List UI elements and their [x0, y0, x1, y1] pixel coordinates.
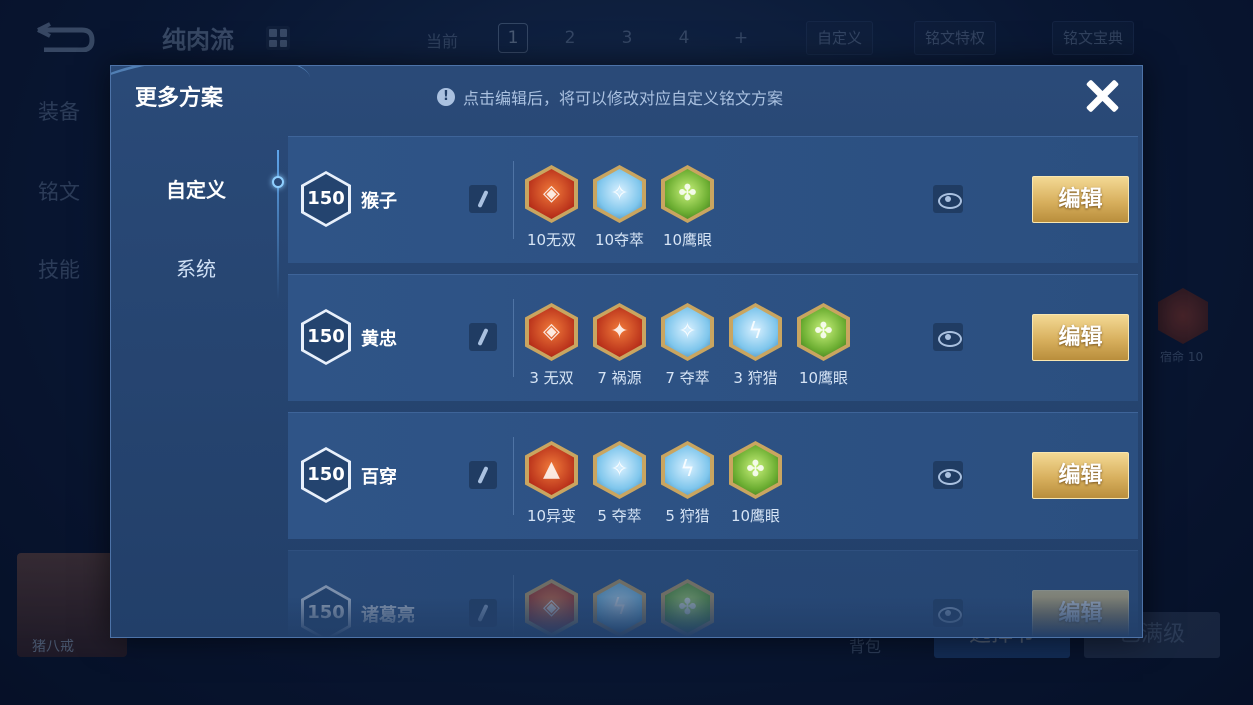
rune-icon: ϟ	[661, 441, 714, 499]
rename-pencil-icon[interactable]	[469, 185, 497, 213]
scheme-row: 150 百穿 ▲ 10异变 ✧ 5 夺萃 ϟ 5 狩猎 ✤ 10鹰眼 编辑	[288, 412, 1138, 539]
preview-eye-icon[interactable]	[933, 323, 963, 351]
scheme-row: 150 黄忠 ◈ 3 无双 ✦ 7 祸源 ✧ 7 夺萃 ϟ 3 狩猎 ✤ 10鹰…	[288, 274, 1138, 401]
rename-pencil-icon[interactable]	[469, 323, 497, 351]
level-value: 150	[304, 174, 348, 224]
preview-eye-icon[interactable]	[933, 185, 963, 213]
edit-button[interactable]: 编辑	[1032, 452, 1129, 499]
rune-icon: ✧	[593, 441, 646, 499]
rune-icon: ✤	[661, 165, 714, 223]
tab-system[interactable]: 系统	[111, 253, 281, 282]
rune-label: 10鹰眼	[730, 507, 781, 525]
rune-slot[interactable]: ▲ 10异变	[525, 441, 578, 526]
scheme-category-nav: 自定义 系统	[111, 136, 285, 637]
active-indicator-dot	[272, 176, 284, 188]
rune-list: ◈ 3 无双 ✦ 7 祸源 ✧ 7 夺萃 ϟ 3 狩猎 ✤ 10鹰眼	[525, 303, 850, 388]
rune-label: 5 狩猎	[665, 507, 710, 525]
rune-label: 10夺萃	[594, 231, 645, 249]
rune-slot[interactable]: ✧ 5 夺萃	[593, 441, 646, 526]
rune-slot[interactable]: ✧ 10夺萃	[593, 165, 646, 250]
scheme-name: 猴子	[361, 191, 397, 212]
rune-slot[interactable]: ✤ 10鹰眼	[797, 303, 850, 388]
level-badge: 150	[301, 309, 351, 365]
list-fade	[288, 597, 1142, 637]
rune-slot[interactable]: ◈ 3 无双	[525, 303, 578, 388]
rune-icon: ▲	[525, 441, 578, 499]
info-icon: !	[437, 88, 455, 106]
rune-slot[interactable]: ✤ 10鹰眼	[661, 165, 714, 250]
rune-icon: ✤	[729, 441, 782, 499]
rune-icon: ◈	[525, 303, 578, 361]
rune-list: ◈ 10无双 ✧ 10夺萃 ✤ 10鹰眼	[525, 165, 714, 250]
close-button[interactable]	[1082, 76, 1122, 116]
modal-title: 更多方案	[135, 86, 224, 111]
rune-icon: ✧	[661, 303, 714, 361]
row-divider	[513, 161, 514, 239]
rune-label: 10鹰眼	[662, 231, 713, 249]
more-schemes-modal: 更多方案 ! 点击编辑后，将可以修改对应自定义铭文方案 自定义 系统 150 猴…	[110, 65, 1143, 638]
scheme-name: 百穿	[361, 467, 397, 488]
rune-icon: ϟ	[729, 303, 782, 361]
rune-icon: ✧	[593, 165, 646, 223]
rune-slot[interactable]: ✤ 10鹰眼	[729, 441, 782, 526]
level-badge: 150	[301, 171, 351, 227]
rune-label: 5 夺萃	[597, 507, 642, 525]
rune-list: ▲ 10异变 ✧ 5 夺萃 ϟ 5 狩猎 ✤ 10鹰眼	[525, 441, 782, 526]
rune-label: 3 狩猎	[733, 369, 778, 387]
row-divider	[513, 299, 514, 377]
edit-button[interactable]: 编辑	[1032, 314, 1129, 361]
level-value: 150	[304, 312, 348, 362]
rune-slot[interactable]: ϟ 3 狩猎	[729, 303, 782, 388]
rune-slot[interactable]: ✦ 7 祸源	[593, 303, 646, 388]
edit-button[interactable]: 编辑	[1032, 176, 1129, 223]
rune-label: 7 夺萃	[665, 369, 710, 387]
level-badge: 150	[301, 447, 351, 503]
level-value: 150	[304, 450, 348, 500]
tab-custom[interactable]: 自定义	[111, 174, 285, 205]
preview-eye-icon[interactable]	[933, 461, 963, 489]
hint-text: 点击编辑后，将可以修改对应自定义铭文方案	[463, 89, 784, 108]
rune-label: 10鹰眼	[798, 369, 849, 387]
rune-label: 7 祸源	[597, 369, 642, 387]
scheme-row: 150 猴子 ◈ 10无双 ✧ 10夺萃 ✤ 10鹰眼 编辑	[288, 136, 1138, 263]
rune-icon: ◈	[525, 165, 578, 223]
rune-slot[interactable]: ✧ 7 夺萃	[661, 303, 714, 388]
modal-header: 更多方案 ! 点击编辑后，将可以修改对应自定义铭文方案	[111, 66, 1142, 128]
rune-label: 10无双	[526, 231, 577, 249]
hint: ! 点击编辑后，将可以修改对应自定义铭文方案	[437, 85, 783, 109]
rune-icon: ✤	[797, 303, 850, 361]
rune-label: 10异变	[526, 507, 577, 525]
rune-slot[interactable]: ϟ 5 狩猎	[661, 441, 714, 526]
tab-system-label: 系统	[176, 257, 216, 281]
row-divider	[513, 437, 514, 515]
rune-label: 3 无双	[529, 369, 574, 387]
rune-icon: ✦	[593, 303, 646, 361]
scheme-name: 黄忠	[361, 329, 397, 350]
rename-pencil-icon[interactable]	[469, 461, 497, 489]
tab-custom-label: 自定义	[166, 178, 226, 202]
rune-slot[interactable]: ◈ 10无双	[525, 165, 578, 250]
